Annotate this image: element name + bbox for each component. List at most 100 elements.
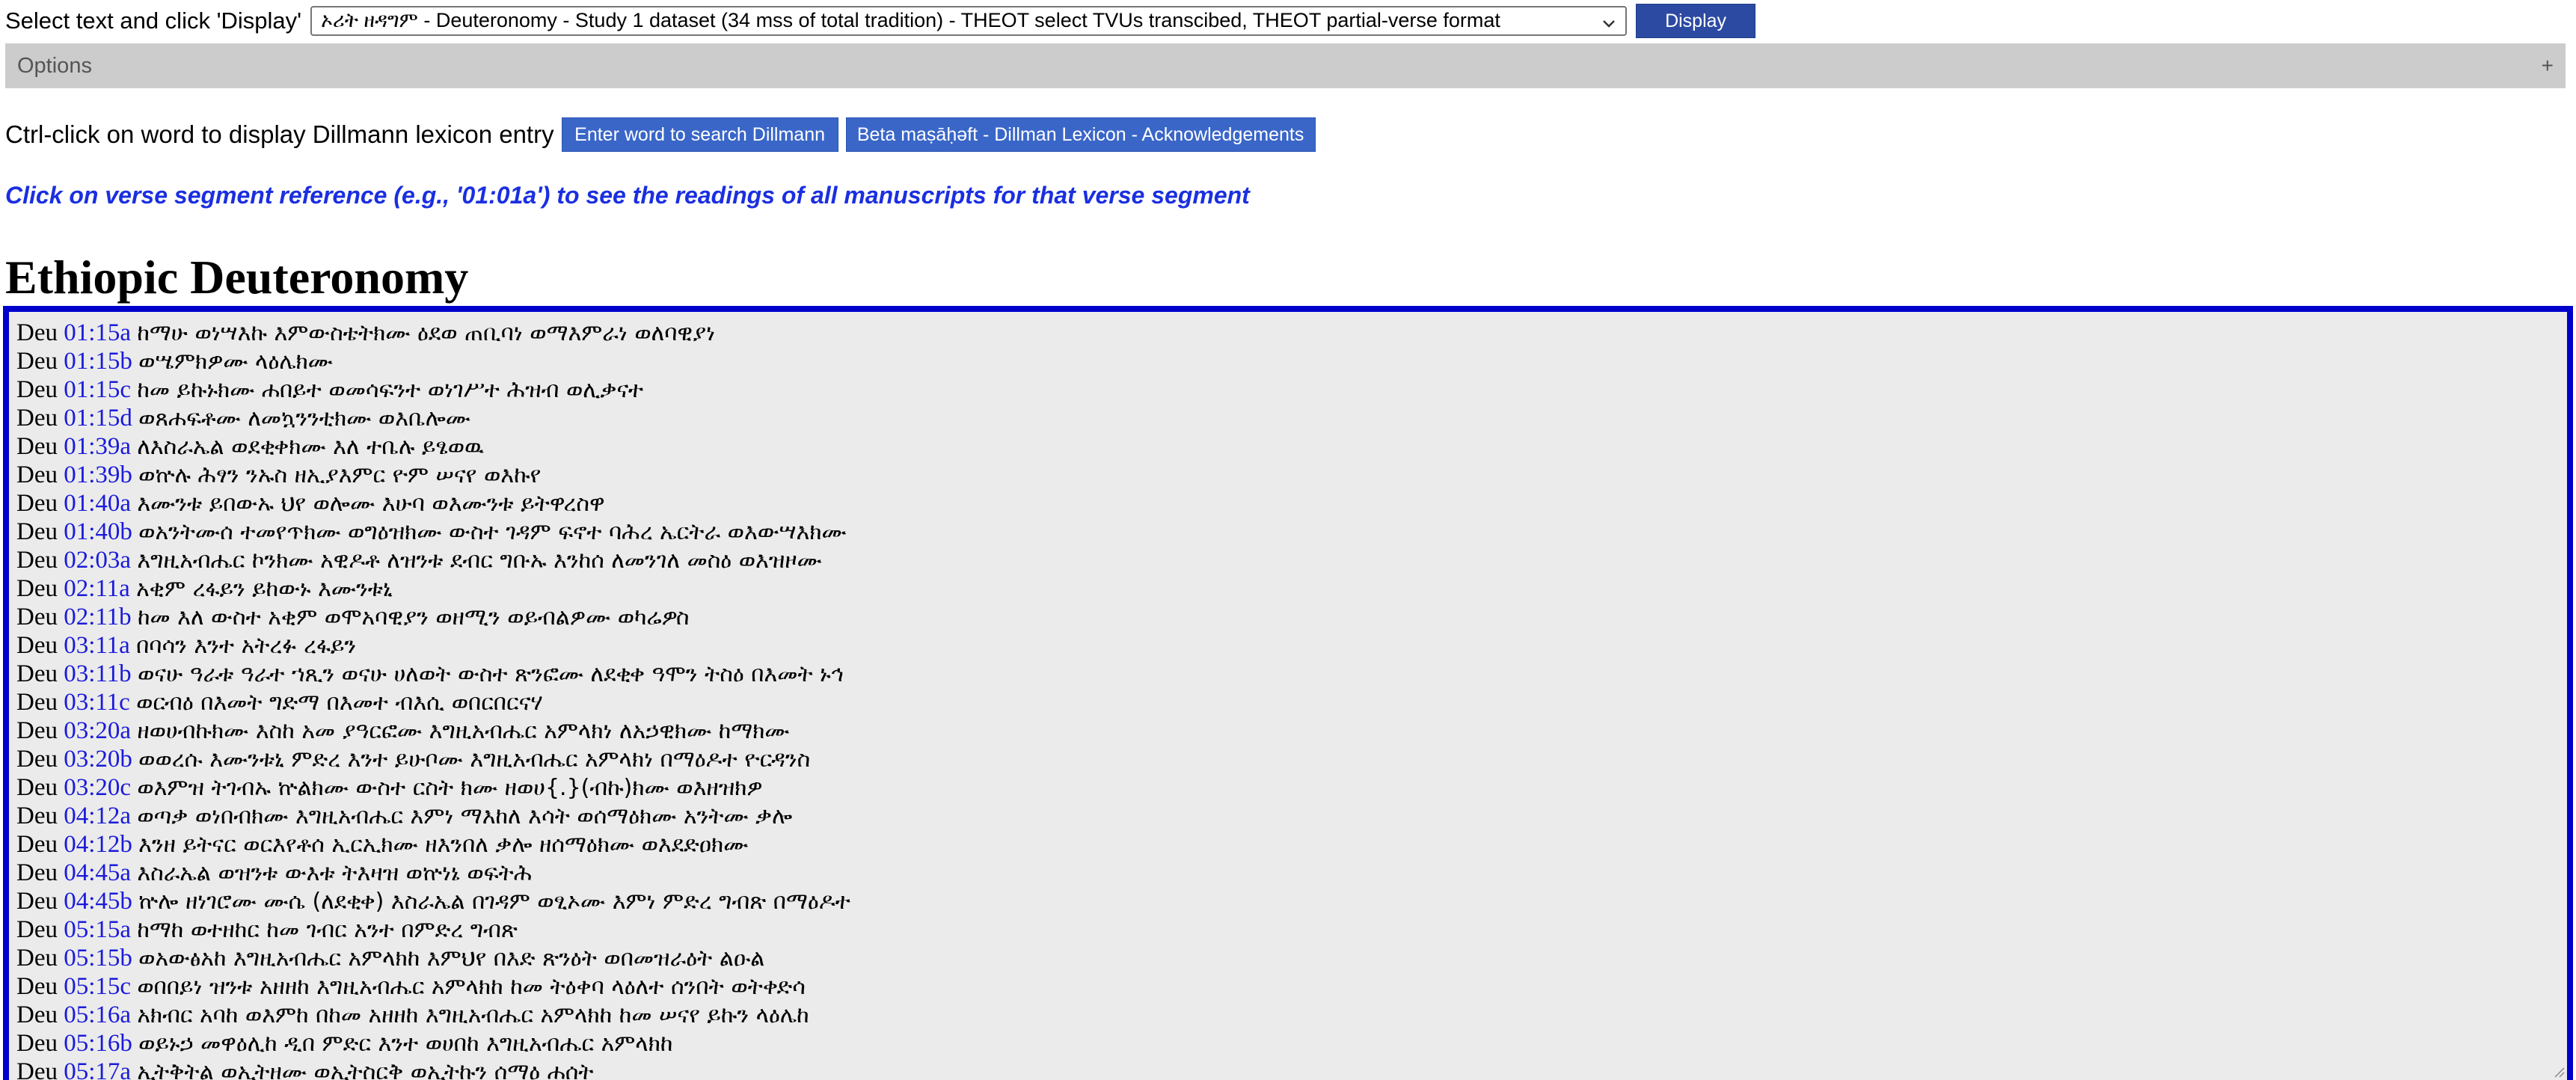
verse-text[interactable]: ወናሁ ዓራቱ ዓራተ ኀጺን ወናሁ ሀለወት ውስተ ጽንፎሙ ለደቂቀ ዓ…	[138, 661, 844, 687]
options-panel-toggle[interactable]: Options +	[5, 43, 2566, 88]
verse-reference-link[interactable]: 04:45a	[64, 859, 131, 886]
verse-reference-link[interactable]: 05:15c	[64, 973, 131, 1000]
verse-line: Deu 04:45a እስራኤል ወዝንቱ ውእቱ ትእዛዝ ወኵነኔ ወፍትሕ	[16, 859, 2567, 887]
verse-reference-link[interactable]: 03:20a	[64, 717, 131, 744]
verse-text[interactable]: እሙንቱ ይበውኡ ህየ ወሎሙ እሁባ ወእሙንቱ ይትዋረስዋ	[137, 491, 604, 517]
verse-reference-link[interactable]: 04:12a	[64, 803, 131, 829]
verse-reference-link[interactable]: 05:16a	[64, 1001, 131, 1028]
verse-book: Deu	[16, 945, 58, 972]
verse-text[interactable]: ወአውፅአከ እግዚአብሔር አምላክከ እምህየ በእድ ጽንዕት ወበመዝራ…	[138, 945, 764, 972]
verse-line: Deu 01:39a ለእስራኤል ወደቂቀክሙ እለ ተቤሉ ይፄወዉ	[16, 432, 2567, 461]
verse-reference-link[interactable]: 01:15c	[64, 376, 131, 403]
selected-text-value: ኦሪት ዘዳግም - Deuteronomy - Study 1 dataset…	[321, 9, 1500, 31]
verse-reference-link[interactable]: 01:15d	[64, 405, 132, 432]
verse-text[interactable]: ወይኑኃ መዋዕሊከ ዲበ ምድር እንተ ወሀበከ እግዚአብሔር አምላክከ	[138, 1031, 672, 1057]
verse-reference-link[interactable]: 02:03a	[64, 547, 131, 574]
verse-text[interactable]: እግዚአብሔር ኮንክሙ አዊዶቶ ለዝንቱ ደብር ግቡኡ እንከሰ ለመንገ…	[137, 547, 822, 574]
resize-handle-icon[interactable]	[2551, 1064, 2566, 1079]
verse-reference-link[interactable]: 01:39a	[64, 433, 131, 460]
verse-text[interactable]: ወበበይነ ዝንቱ አዘዘከ እግዚአብሔር አምላክከ ከመ ትዕቀባ ላዕለ…	[137, 974, 806, 1000]
verse-book: Deu	[16, 660, 58, 687]
verse-reference-link[interactable]: 02:11b	[64, 604, 131, 630]
verse-reference-link[interactable]: 01:39b	[64, 461, 132, 488]
verse-book: Deu	[16, 547, 58, 574]
verse-line: Deu 03:20c ወእምዝ ትገብኡ ኵልክሙ ውስተ ርስት ክሙ ዘወሀ…	[16, 773, 2567, 802]
verse-text[interactable]: ኢትቅትል ወኢትዘሙ ወኢትስርቅ ወኢትኩን ሰማዕ ሐሰት	[137, 1059, 593, 1080]
verse-reference-link[interactable]: 05:15b	[64, 945, 132, 972]
verse-book: Deu	[16, 803, 58, 829]
acknowledgements-button[interactable]: Beta maṣāḥǝft - Dillman Lexicon - Acknow…	[845, 117, 1316, 152]
display-button[interactable]: Display	[1636, 4, 1756, 38]
verse-text[interactable]: ከመ እለ ውስተ አቂም ወሞአባዊያን ወዘሚን ወይብልዎሙ ወካሬዎስ	[138, 604, 690, 630]
verse-line: Deu 05:16b ወይኑኃ መዋዕሊከ ዲበ ምድር እንተ ወሀበከ እግ…	[16, 1029, 2567, 1058]
verse-reference-link[interactable]: 01:15b	[64, 348, 132, 375]
verse-text[interactable]: ወጣቃ ወነበብክሙ እግዚአብሔር እምነ ማእከለ እሳት ወሰማዕክሙ አ…	[137, 803, 792, 829]
verse-reference-link[interactable]: 03:20c	[64, 774, 131, 801]
text-select-dropdown[interactable]: ኦሪት ዘዳግም - Deuteronomy - Study 1 dataset…	[310, 6, 1628, 36]
verse-text[interactable]: በባሳን እንተ አትረፉ ረፋይን	[136, 633, 356, 659]
verse-reference-link[interactable]: 01:15a	[64, 319, 131, 346]
verse-book: Deu	[16, 348, 58, 375]
verse-line: Deu 04:12b እንዘ ይትናር ወርእየቶሰ ኢርኢክሙ ዘእንበለ ቃ…	[16, 830, 2567, 859]
verse-book: Deu	[16, 717, 58, 744]
verse-text[interactable]: ወርብዕ በእመት ግድማ በእመተ ብእሲ ወበርበርናሃ	[136, 690, 543, 716]
verse-book: Deu	[16, 1058, 58, 1080]
verse-text[interactable]: ዘወሀብኩክሙ እስከ አመ ያዓርፎሙ እግዚአብሔር አምላክነ ለአኃዊክ…	[137, 718, 789, 744]
verse-book: Deu	[16, 632, 58, 659]
plus-icon: +	[2541, 54, 2554, 77]
verse-reference-link[interactable]: 05:17a	[64, 1058, 131, 1080]
verse-text[interactable]: ወሤምክዎሙ ላዕሌክሙ	[138, 349, 333, 375]
verse-text[interactable]: ወኵሉ ሕፃን ንኡስ ዘኢያእምር ዮም ሠናየ ወእኩየ	[138, 462, 541, 488]
verse-line: Deu 05:15b ወአውፅአከ እግዚአብሔር አምላክከ እምህየ በእድ…	[16, 944, 2567, 972]
verse-text[interactable]: አክብር አባከ ወእምከ በከመ አዘዘከ እግዚአብሔር አምላክከ ከመ …	[137, 1002, 809, 1028]
verse-reference-link[interactable]: 03:11a	[64, 632, 130, 659]
verse-line: Deu 04:12a ወጣቃ ወነበብክሙ እግዚአብሔር እምነ ማእከለ እ…	[16, 802, 2567, 830]
verse-text[interactable]: ወአንትሙሰ ተመየጥክሙ ወግዕዝክሙ ውስተ ገዳም ፍኖተ ባሕረ ኤርት…	[138, 519, 847, 545]
verse-reference-link[interactable]: 03:11c	[64, 689, 130, 716]
verse-text[interactable]: ከማሁ ወነሣእኩ እምውስቴትክሙ ዕደወ ጠቢባነ ወማእምራነ ወለባዊያ…	[137, 320, 715, 346]
verse-reference-link[interactable]: 03:20b	[64, 746, 132, 773]
verse-reference-link[interactable]: 05:16b	[64, 1030, 132, 1057]
verse-line: Deu 01:39b ወኵሉ ሕፃን ንኡስ ዘኢያእምር ዮም ሠናየ ወእኩ…	[16, 461, 2567, 489]
text-selection-bar: Select text and click 'Display' ኦሪት ዘዳግም…	[5, 3, 1756, 39]
verse-book: Deu	[16, 518, 58, 545]
verse-reference-link[interactable]: 02:11a	[64, 575, 130, 602]
verse-reference-link[interactable]: 01:40a	[64, 490, 131, 517]
verse-book: Deu	[16, 376, 58, 403]
verse-book: Deu	[16, 859, 58, 886]
verse-text[interactable]: እስራኤል ወዝንቱ ውእቱ ትእዛዝ ወኵነኔ ወፍትሕ	[137, 860, 532, 886]
verse-reference-link[interactable]: 05:15a	[64, 916, 131, 943]
verse-text[interactable]: ለእስራኤል ወደቂቀክሙ እለ ተቤሉ ይፄወዉ	[137, 434, 484, 460]
verse-text[interactable]: ወእምዝ ትገብኡ ኵልክሙ ውስተ ርስት ክሙ ዘወሀ{.}(ብኩ)ክሙ ወ…	[137, 775, 762, 801]
verse-reference-link[interactable]: 01:40b	[64, 518, 132, 545]
verse-line: Deu 03:11b ወናሁ ዓራቱ ዓራተ ኀጺን ወናሁ ሀለወት ውስተ …	[16, 660, 2567, 688]
verse-book: Deu	[16, 746, 58, 773]
verse-book: Deu	[16, 916, 58, 943]
verse-reference-link[interactable]: 04:45b	[64, 888, 132, 915]
verse-text-area[interactable]: Deu 01:15a ከማሁ ወነሣእኩ እምውስቴትክሙ ዕደወ ጠቢባነ ወ…	[3, 306, 2573, 1080]
verse-text[interactable]: አቂም ረፋይን ይከውኑ እሙንቱኒ	[136, 576, 393, 602]
lexicon-instruction-label: Ctrl-click on word to display Dillmann l…	[5, 120, 554, 148]
verse-line: Deu 02:11a አቂም ረፋይን ይከውኑ እሙንቱኒ	[16, 574, 2567, 603]
verse-text[interactable]: ኵሎ ዘነገሮሙ ሙሴ (ለደቂቀ) እስራኤል በገዳም ወፂኦሙ እምነ ም…	[138, 889, 850, 915]
verse-book: Deu	[16, 888, 58, 915]
verse-line: Deu 04:45b ኵሎ ዘነገሮሙ ሙሴ (ለደቂቀ) እስራኤል በገዳም…	[16, 887, 2567, 915]
verse-text[interactable]: ወወረሱ እሙንቱኒ ምድረ እንተ ይሁቦሙ እግዚአብሔር አምላክነ በማ…	[138, 746, 810, 773]
verse-book: Deu	[16, 1030, 58, 1057]
verse-line: Deu 01:15d ወጸሐፍቶሙ ለመኳንንቲክሙ ወእቤሎሙ	[16, 404, 2567, 432]
verse-text[interactable]: ወጸሐፍቶሙ ለመኳንንቲክሙ ወእቤሎሙ	[138, 405, 470, 432]
search-dillmann-button[interactable]: Enter word to search Dillmann	[561, 117, 838, 152]
verse-text[interactable]: ከማከ ወተዘከር ከመ ገብር አንተ በምድረ ግብጽ	[137, 917, 518, 943]
verse-book: Deu	[16, 689, 58, 716]
verse-line: Deu 01:15a ከማሁ ወነሣእኩ እምውስቴትክሙ ዕደወ ጠቢባነ ወ…	[16, 319, 2567, 347]
select-text-label: Select text and click 'Display'	[5, 7, 302, 34]
page-title: Ethiopic Deuteronomy	[5, 251, 469, 304]
verse-text[interactable]: እንዘ ይትናር ወርእየቶሰ ኢርኢክሙ ዘእንበለ ቃሎ ዘሰማዕክሙ ወእ…	[138, 832, 748, 858]
verse-list: Deu 01:15a ከማሁ ወነሣእኩ እምውስቴትክሙ ዕደወ ጠቢባነ ወ…	[16, 319, 2567, 1080]
verse-reference-link[interactable]: 04:12b	[64, 831, 132, 858]
verse-text[interactable]: ከመ ይኩኑክሙ ሐበይተ ወመሳፍንተ ወነገሥተ ሕዝብ ወሊቃናተ	[137, 377, 643, 403]
verse-book: Deu	[16, 490, 58, 517]
verse-line: Deu 03:11c ወርብዕ በእመት ግድማ በእመተ ብእሲ ወበርበርና…	[16, 688, 2567, 717]
verse-line: Deu 05:17a ኢትቅትል ወኢትዘሙ ወኢትስርቅ ወኢትኩን ሰማዕ …	[16, 1058, 2567, 1080]
verse-reference-link[interactable]: 03:11b	[64, 660, 131, 687]
